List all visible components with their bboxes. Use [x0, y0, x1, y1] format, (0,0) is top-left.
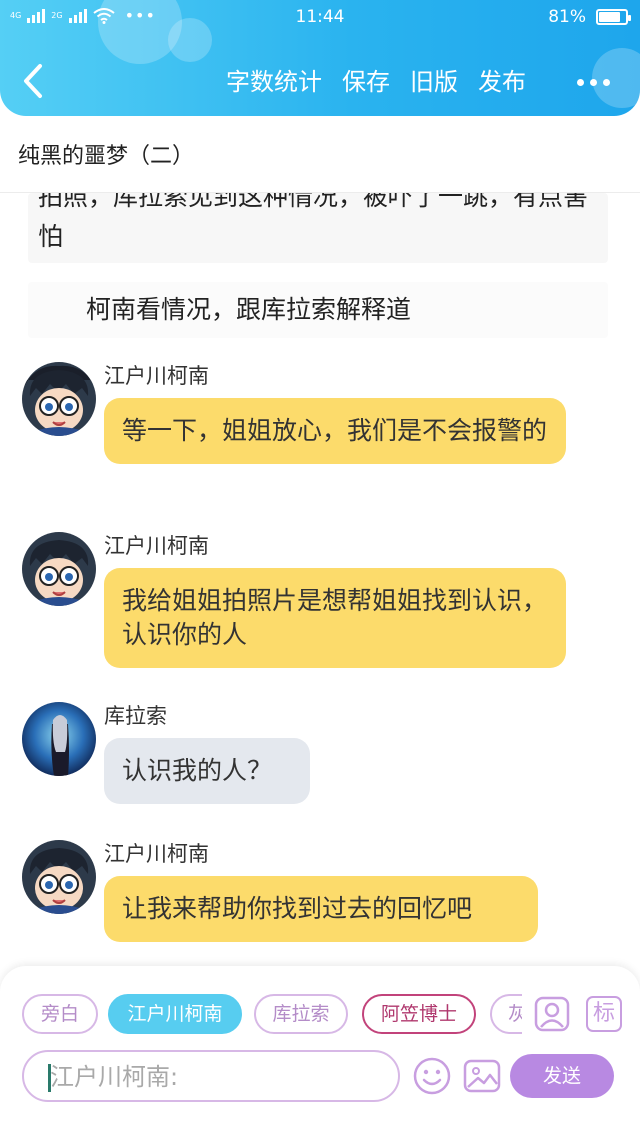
sender-name: 江户川柯南: [104, 534, 209, 558]
message-bubble[interactable]: 让我来帮助你找到过去的回忆吧: [104, 876, 538, 942]
message-bubble[interactable]: 等一下，姐姐放心，我们是不会报警的: [104, 398, 566, 464]
header-toolbar: 字数统计 保存 旧版 发布: [226, 64, 526, 100]
battery-percent: 81%: [548, 7, 586, 27]
role-chip-narration[interactable]: 旁白: [22, 994, 98, 1034]
mark-button[interactable]: 标: [586, 996, 622, 1032]
message-bubble[interactable]: 我给姐姐拍照片是想帮姐姐找到认识，认识你的人: [104, 568, 566, 668]
curacao-avatar[interactable]: [22, 702, 96, 776]
message-bubble[interactable]: 认识我的人？: [104, 738, 310, 804]
role-chip-haibara[interactable]: 灰: [490, 994, 522, 1034]
battery-level: [599, 12, 621, 22]
input-panel: 旁白 江户川柯南 库拉索 阿笠博士 灰 标 发送: [0, 966, 640, 1138]
sender-name: 江户川柯南: [104, 842, 209, 866]
send-button[interactable]: 发送: [510, 1054, 614, 1098]
image-icon[interactable]: [462, 1056, 502, 1096]
old-version-button[interactable]: 旧版: [410, 64, 458, 100]
save-button[interactable]: 保存: [342, 64, 390, 100]
narration-text: 拍照，库拉索见到这种情况，被吓了一跳，有点害怕: [38, 193, 589, 251]
app-header: 4G 2G ••• 11:44 81% 字数统计 保存 旧版 发布: [0, 0, 640, 116]
chapter-title[interactable]: 纯黑的噩梦（二）: [18, 138, 194, 170]
sender-name: 库拉索: [104, 704, 167, 728]
conan-avatar[interactable]: [22, 840, 96, 914]
text-caret: [48, 1064, 51, 1092]
role-selector: 旁白 江户川柯南 库拉索 阿笠博士 灰: [22, 994, 522, 1038]
publish-button[interactable]: 发布: [478, 64, 526, 100]
back-arrow-icon[interactable]: [20, 62, 50, 100]
word-count-button[interactable]: 字数统计: [226, 64, 322, 100]
message-input[interactable]: [50, 1058, 390, 1096]
role-chip-conan[interactable]: 江户川柯南: [108, 994, 242, 1034]
narration-block[interactable]: 柯南看情况，跟库拉索解释道: [28, 282, 608, 338]
more-dots-icon[interactable]: [577, 66, 610, 98]
sender-name: 江户川柯南: [104, 364, 209, 388]
message-input-box[interactable]: [22, 1050, 400, 1102]
status-bar: 4G 2G ••• 11:44 81%: [0, 0, 640, 34]
clock: 11:44: [295, 7, 345, 27]
battery-icon: [596, 9, 631, 25]
character-card-icon[interactable]: [534, 996, 570, 1032]
emoji-icon[interactable]: [412, 1056, 452, 1096]
narration-block[interactable]: 拍照，库拉索见到这种情况，被吓了一跳，有点害怕: [28, 193, 608, 263]
conan-avatar[interactable]: [22, 532, 96, 606]
conan-avatar[interactable]: [22, 362, 96, 436]
role-chip-curacao[interactable]: 库拉索: [254, 994, 348, 1034]
narration-text: 柯南看情况，跟库拉索解释道: [86, 295, 412, 324]
role-chip-agasa[interactable]: 阿笠博士: [362, 994, 476, 1034]
